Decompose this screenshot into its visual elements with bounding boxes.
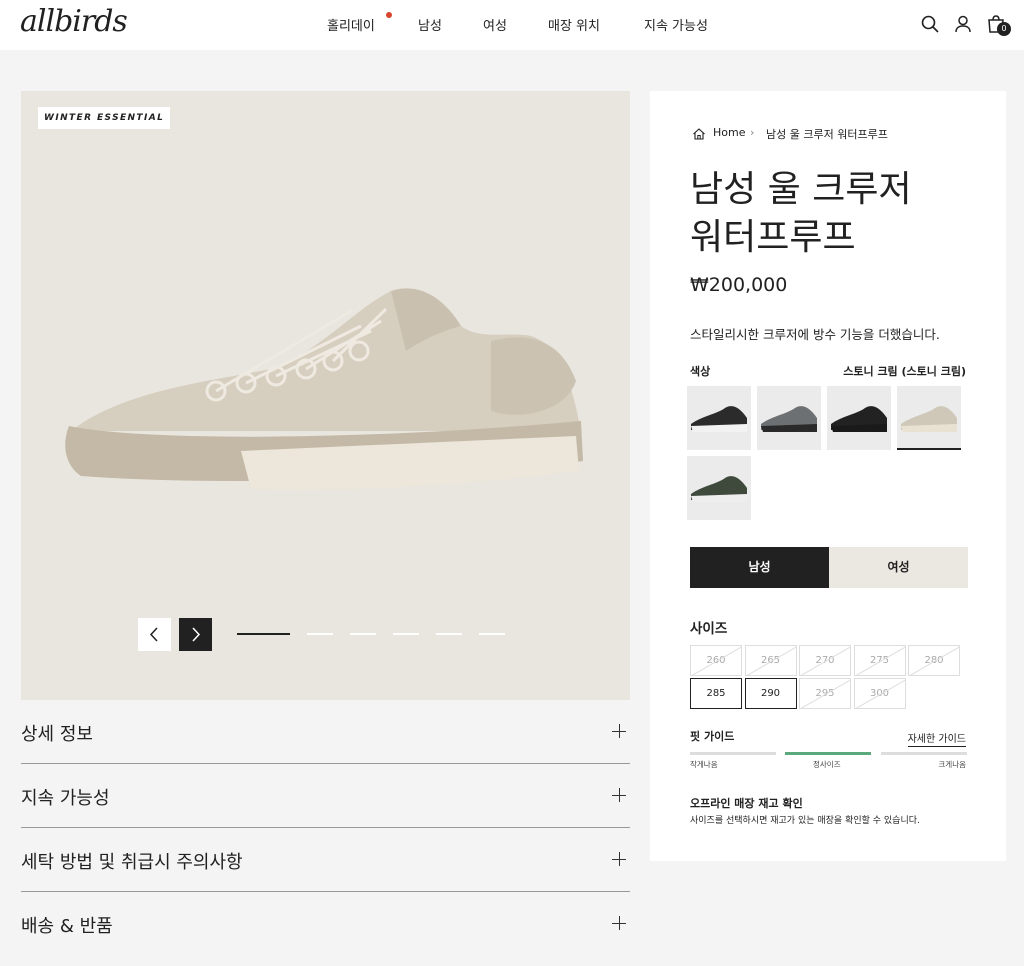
plus-icon	[612, 788, 626, 802]
breadcrumb-home[interactable]: Home	[713, 126, 745, 139]
offline-stock-text: 사이즈를 선택하시면 재고가 있는 매장을 확인할 수 있습니다.	[690, 816, 920, 826]
accordion-title: 상세 정보	[21, 724, 93, 745]
size-option-265[interactable]: 265	[744, 645, 797, 676]
nav-item-sustainability[interactable]: 지속 가능성	[644, 15, 708, 34]
accordion-title: 배송 & 반품	[21, 916, 113, 937]
nav-item-women[interactable]: 여성	[483, 15, 507, 34]
accordion-title: 세탁 방법 및 취급시 주의사항	[21, 852, 243, 873]
product-shoe-image	[65, 288, 584, 491]
site-header: allbirds 홀리데이 남성 여성 매장 위치 지속 가능성 0	[0, 0, 1024, 50]
gallery-indicator-3[interactable]	[350, 633, 376, 635]
fit-scale-bar	[785, 752, 871, 755]
nav-item-men[interactable]: 남성	[418, 15, 442, 34]
product-price: ₩200,000	[690, 274, 788, 296]
size-label: 270	[815, 655, 835, 666]
chevron-right-icon	[192, 627, 201, 642]
plus-icon	[612, 724, 626, 738]
size-label: 260	[706, 655, 726, 666]
product-info-panel: Home › 남성 울 크루저 워터프루프 남성 울 크루저 워터프루프 ₩20…	[650, 91, 1006, 861]
fit-scale-label: 정사이즈	[813, 760, 841, 769]
size-option-275[interactable]: 275	[853, 645, 906, 676]
product-title: 남성 울 크루저 워터프루프	[690, 166, 990, 262]
account-icon[interactable]	[953, 14, 973, 34]
color-swatch-black-white[interactable]	[687, 386, 751, 450]
color-swatch-dark-olive[interactable]	[687, 456, 751, 520]
fit-guide-detail-link[interactable]: 자세한 가이드	[907, 730, 966, 747]
swatch-shoe-image	[691, 476, 747, 502]
size-option-285[interactable]: 285	[690, 678, 742, 709]
gallery-next-button[interactable]	[179, 618, 212, 651]
gallery-indicator-5[interactable]	[436, 633, 462, 635]
search-icon[interactable]	[920, 14, 940, 34]
plus-icon	[612, 852, 626, 866]
offline-stock-heading: 오프라인 매장 재고 확인	[690, 797, 803, 810]
size-heading: 사이즈	[690, 621, 728, 637]
winter-essential-badge: WINTER ESSENTIAL	[38, 107, 171, 129]
color-label: 색상	[690, 365, 711, 378]
nav-item-stores[interactable]: 매장 위치	[548, 15, 600, 34]
size-label: 290	[760, 688, 781, 699]
size-option-290[interactable]: 290	[744, 678, 797, 709]
size-label: 275	[869, 655, 890, 666]
size-label: 285	[706, 688, 726, 699]
chevron-right-icon: ›	[750, 126, 755, 139]
size-option-295[interactable]: 295	[799, 678, 851, 709]
cart-count-badge: 0	[997, 22, 1011, 36]
fit-scale-bar	[881, 752, 967, 755]
color-swatch-all-black[interactable]	[827, 386, 891, 450]
color-swatch-stony-cream[interactable]	[897, 386, 961, 450]
gallery-indicator-2[interactable]	[307, 633, 333, 635]
color-swatch-grey-black[interactable]	[757, 386, 821, 450]
product-description: 스타일리시한 크루저에 방수 기능을 더했습니다.	[690, 327, 940, 342]
accordion-care[interactable]: 세탁 방법 및 취급시 주의사항	[21, 828, 630, 892]
size-option-280[interactable]: 280	[908, 645, 960, 676]
breadcrumb-current: 남성 울 크루저 워터프루프	[766, 128, 888, 141]
size-option-260[interactable]: 260	[690, 645, 742, 676]
nav-item-holiday[interactable]: 홀리데이	[327, 15, 375, 34]
gallery-indicator-6[interactable]	[479, 633, 505, 635]
swatch-shoe-image	[901, 406, 957, 432]
fit-scale-label: 작게나옴	[690, 760, 718, 769]
fit-guide-heading: 핏 가이드	[690, 730, 735, 743]
fit-scale-bar	[690, 752, 776, 755]
home-icon[interactable]	[692, 127, 706, 141]
gender-tab-women[interactable]: 여성	[829, 547, 968, 588]
fit-scale-label: 크게나옴	[938, 760, 966, 769]
accordion-shipping[interactable]: 배송 & 반품	[21, 892, 630, 956]
chevron-left-icon	[149, 627, 158, 642]
accordion-sustainability[interactable]: 지속 가능성	[21, 764, 630, 828]
swatch-shoe-image	[761, 406, 817, 432]
size-option-300[interactable]: 300	[853, 678, 906, 709]
selected-color-name: 스토니 크림 (스토니 크림)	[843, 365, 966, 378]
size-option-270[interactable]: 270	[799, 645, 851, 676]
plus-icon	[612, 916, 626, 930]
main-nav: 홀리데이 남성 여성 매장 위치 지속 가능성	[0, 15, 1024, 35]
product-gallery: WINTER ESSENTIAL	[21, 91, 630, 700]
gallery-prev-button[interactable]	[138, 618, 171, 651]
swatch-shoe-image	[831, 406, 887, 432]
gallery-indicator-4[interactable]	[393, 633, 419, 635]
product-title-line1: 남성 울 크루저	[690, 169, 912, 210]
size-label: 300	[869, 688, 890, 699]
accordion-title: 지속 가능성	[21, 788, 110, 809]
swatch-shoe-image	[691, 406, 747, 432]
gallery-indicator-1[interactable]	[237, 633, 290, 635]
product-title-line2: 워터프루프	[690, 217, 856, 258]
holiday-notification-dot	[386, 12, 392, 18]
accordion-details[interactable]: 상세 정보	[21, 700, 630, 764]
size-label: 295	[815, 688, 835, 699]
size-label: 280	[924, 655, 944, 666]
size-label: 265	[760, 655, 781, 666]
gender-tab-men[interactable]: 남성	[690, 547, 829, 588]
